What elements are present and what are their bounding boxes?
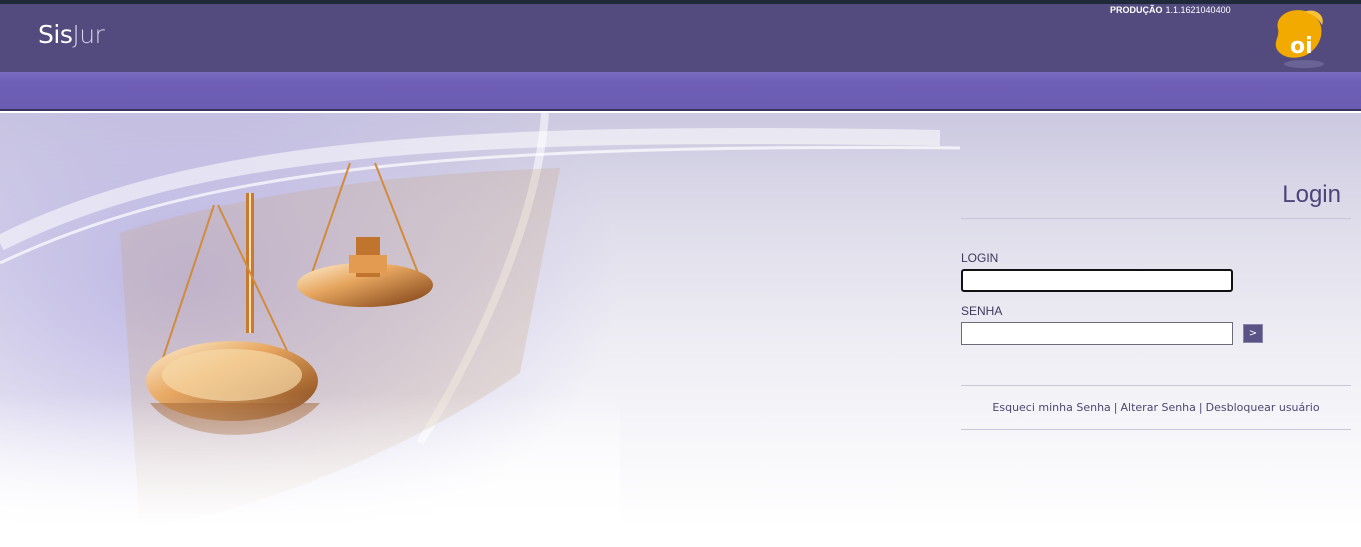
logo-text: oi (1290, 34, 1313, 59)
hero-background (0, 113, 1361, 528)
oi-logo-icon: oi (1275, 10, 1324, 68)
submit-button[interactable]: > (1243, 324, 1263, 343)
brand-first: Sis (38, 20, 73, 49)
login-input[interactable] (961, 269, 1233, 292)
link-separator: | (1113, 401, 1118, 414)
change-password-link[interactable]: Alterar Senha (1121, 401, 1196, 414)
app-header: SisJur PRODUÇÃO 1.1.1621040400 oi (0, 4, 1361, 72)
scales-of-justice-icon (0, 113, 961, 528)
environment-version: PRODUÇÃO 1.1.1621040400 (1110, 5, 1231, 15)
environment-label: PRODUÇÃO (1110, 5, 1163, 15)
header-subbar (0, 72, 1361, 111)
link-separator: | (1198, 401, 1203, 414)
app-logo-text: SisJur (38, 20, 105, 49)
password-label: SENHA (961, 304, 1003, 318)
divider-bottom (961, 429, 1351, 430)
password-input[interactable] (961, 322, 1233, 345)
brand-second: Jur (72, 20, 105, 49)
account-links: Esqueci minha Senha | Alterar Senha | Desblo… (961, 401, 1351, 414)
forgot-password-link[interactable]: Esqueci minha Senha (992, 401, 1110, 414)
login-label: LOGIN (961, 251, 999, 265)
divider-middle (961, 385, 1351, 386)
divider-top (961, 218, 1351, 219)
login-title: Login (1282, 181, 1341, 208)
unlock-user-link[interactable]: Desbloquear usuário (1206, 401, 1320, 414)
version-number: 1.1.1621040400 (1165, 5, 1231, 15)
